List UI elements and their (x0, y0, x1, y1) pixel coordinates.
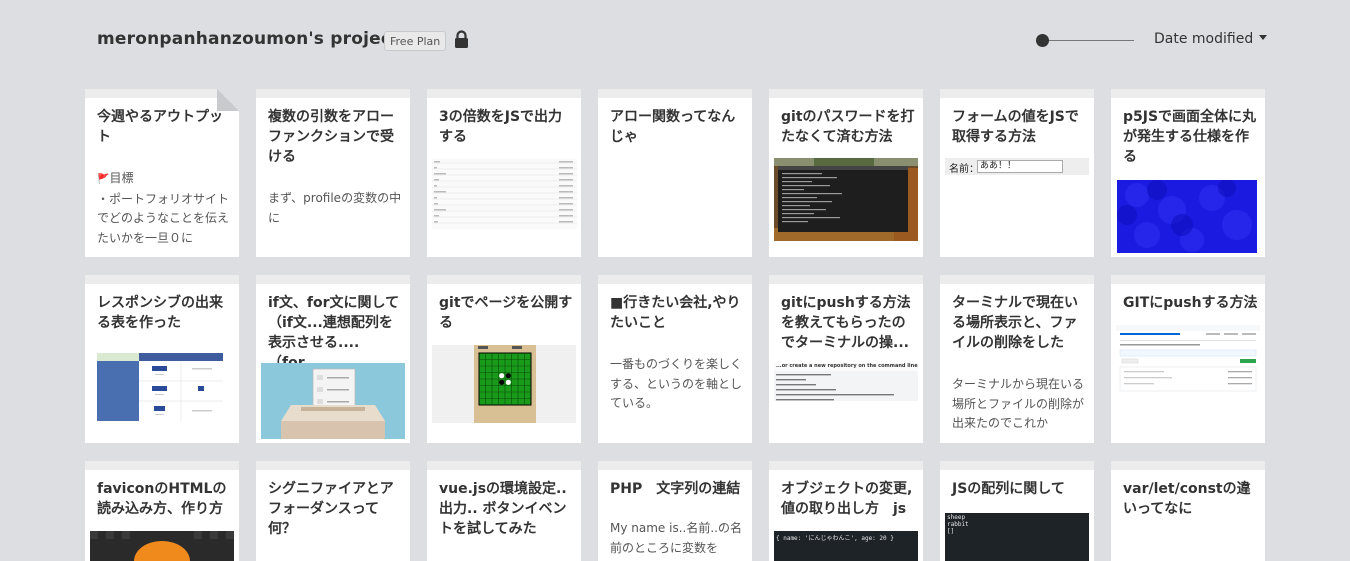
card-arrow-function-args[interactable]: 複数の引数をアローファンクションで受ける まず、profileの変数の中にnam… (256, 89, 410, 257)
card-p5js-circles[interactable]: p5JSで画面全体に丸が発生する仕様を作る (1111, 89, 1265, 257)
card-git-push-method[interactable]: GITにpushする方法 (1111, 275, 1265, 443)
lock-icon[interactable] (454, 30, 469, 48)
card-title: gitのパスワードを打たなくて済む方法 (781, 109, 915, 145)
terminal-screenshot-thumbnail (774, 158, 918, 241)
card-title: アロー関数ってなんじゃ (610, 109, 736, 145)
card-title: faviconのHTMLの読み込み方、作り方 (97, 481, 227, 517)
card-title: gitにpushする方法を教えてもらったのでターミナルの操... (781, 295, 911, 351)
ballot-box-illustration (261, 363, 405, 439)
card-title: var/let/constの違いってなに (1123, 481, 1251, 517)
card-title: 複数の引数をアローファンクションで受ける (268, 109, 394, 165)
card-title: gitでページを公開する (439, 295, 573, 331)
card-arrow-function[interactable]: アロー関数ってなんじゃ (598, 89, 752, 257)
card-body: 一番ものづくりを楽しくする、というのを軸としている。 (610, 357, 743, 410)
card-terminal-pwd-rm[interactable]: ターミナルで現在いる場所表示と、ファイルの削除をした ターミナルから現在いる場所… (940, 275, 1094, 443)
card-title: フォームの値をJSで取得する方法 (952, 109, 1079, 145)
slider-track (1042, 40, 1134, 41)
form-input-thumbnail: 名前： ああ！！ (945, 158, 1089, 175)
card-vue-setup[interactable]: vue.jsの環境設定..出力.. ボタンイベントを試してみた (427, 461, 581, 561)
p5-canvas-thumbnail (1117, 180, 1257, 253)
flag-icon: 🚩 (97, 174, 110, 185)
card-title: シグニファイアとアフォーダンスって何？ (268, 481, 394, 537)
card-signifier-affordance[interactable]: シグニファイアとアフォーダンスって何？ (256, 461, 410, 561)
plan-badge[interactable]: Free Plan (384, 31, 447, 51)
github-command-thumbnail: ...or create a new repository on the com… (774, 363, 918, 401)
card-size-slider[interactable] (1036, 32, 1136, 48)
card-title: レスポンシブの出来る表を作った (97, 295, 223, 331)
slider-knob[interactable] (1036, 34, 1049, 47)
card-title: 3の倍数をJSで出力する (439, 109, 563, 145)
terminal-line: rabbit (947, 521, 969, 528)
card-title: ■行きたい会社,やりたいこと (610, 295, 741, 331)
card-responsive-table[interactable]: レスポンシブの出来る表を作った (85, 275, 239, 443)
terminal-line: sheep (947, 514, 966, 521)
card-body: 🚩目標 ・ポートフォリオサイトでどのようなことを伝えたいかを一旦０に (97, 171, 230, 245)
card-title: ターミナルで現在いる場所表示と、ファイルの削除をした (952, 295, 1078, 351)
console-output-thumbnail: { name: 'にんじゃわんこ', age: 20 } (774, 531, 918, 561)
card-object-update-js[interactable]: オブジェクトの変更,値の取り出し方 js { name: 'にんじゃわんこ', … (769, 461, 923, 561)
favicon-thumbnail (90, 531, 234, 561)
card-if-for-statements[interactable]: if文、for文に関して（if文...連想配列を表示させる....（for... (256, 275, 410, 443)
card-body: ターミナルから現在いる場所とファイルの削除が出来たのでこれか (952, 377, 1085, 430)
console-output-text: { name: 'にんじゃわんこ', age: 20 } (776, 535, 894, 542)
card-multiples-of-three[interactable]: 3の倍数をJSで出力する (427, 89, 581, 257)
github-command-heading: ...or create a new repository on the com… (776, 363, 918, 369)
github-page-thumbnail (1116, 325, 1260, 393)
card-php-concat[interactable]: PHP 文字列の連結 My name is..名前..の名前のところに変数を (598, 461, 752, 561)
card-title: p5JSで画面全体に丸が発生する仕様を作る (1123, 109, 1257, 165)
card-title: vue.jsの環境設定..出力.. ボタンイベントを試してみた (439, 481, 567, 537)
card-title: オブジェクトの変更,値の取り出し方 js (781, 481, 913, 517)
card-companies-wishlist[interactable]: ■行きたい会社,やりたいこと 一番ものづくりを楽しくする、というのを軸としている… (598, 275, 752, 443)
sort-dropdown[interactable]: Date modified (1154, 31, 1268, 47)
card-git-password[interactable]: gitのパスワードを打たなくて済む方法 (769, 89, 923, 257)
console-thumbnail (432, 159, 577, 229)
terminal-line: [] (947, 528, 955, 535)
card-body: My name is..名前..の名前のところに変数を (610, 521, 742, 555)
card-title: JSの配列に関して (952, 481, 1065, 497)
card-title: 今週やるアウトプット (97, 109, 223, 145)
sort-label: Date modified (1154, 31, 1254, 47)
card-js-arrays[interactable]: JSの配列に関して sheep rabbit [] (940, 461, 1094, 561)
card-title: PHP 文字列の連結 (610, 481, 741, 497)
othello-board-thumbnail (432, 345, 576, 423)
card-favicon[interactable]: faviconのHTMLの読み込み方、作り方 (85, 461, 239, 561)
caret-down-icon (1259, 34, 1268, 40)
card-title: if文、for文に関して（if文...連想配列を表示させる....（for... (268, 295, 400, 371)
card-body: まず、profileの変数の中にname,prefecture,age (268, 191, 402, 225)
project-title[interactable]: meronpanhanzoumon's project (97, 29, 399, 49)
card-var-let-const[interactable]: var/let/constの違いってなに (1111, 461, 1265, 561)
card-git-pages[interactable]: gitでページを公開する (427, 275, 581, 443)
form-input-value: ああ！！ (977, 160, 1063, 173)
project-header: meronpanhanzoumon's project Free Plan Da… (0, 0, 1350, 80)
card-form-value-js[interactable]: フォームの値をJSで取得する方法 名前： ああ！！ (940, 89, 1094, 257)
card-git-push-terminal[interactable]: gitにpushする方法を教えてもらったのでターミナルの操... ...or c… (769, 275, 923, 443)
card-title: GITにpushする方法 (1123, 295, 1258, 311)
table-thumbnail (97, 353, 223, 421)
terminal-output-thumbnail: sheep rabbit [] (945, 513, 1089, 561)
form-label: 名前： (949, 164, 979, 175)
card-weekly-output[interactable]: 今週やるアウトプット 🚩目標 ・ポートフォリオサイトでどのようなことを伝えたいか… (85, 89, 239, 257)
